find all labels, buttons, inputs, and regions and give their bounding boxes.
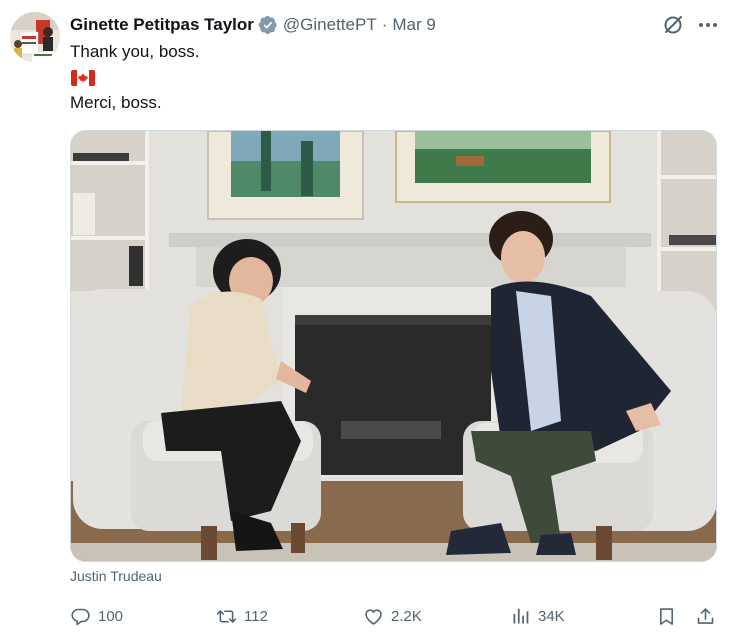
tweet-actions: 100 112 2.2K 34K xyxy=(0,600,738,632)
like-button[interactable]: 2.2K xyxy=(363,600,422,632)
like-count: 2.2K xyxy=(391,607,422,625)
repost-count: 112 xyxy=(244,607,268,625)
tweet-header: Ginette Petitpas Taylor @GinettePT · Mar… xyxy=(70,13,436,37)
separator-dot: · xyxy=(381,15,388,34)
author-handle[interactable]: @GinettePT xyxy=(283,15,377,35)
share-button[interactable] xyxy=(695,600,716,632)
heart-icon xyxy=(365,608,382,625)
reply-count: 100 xyxy=(98,607,124,625)
repost-icon xyxy=(216,609,237,623)
tweet-text-line: Thank you, boss. xyxy=(70,42,200,61)
verified-badge-icon[interactable] xyxy=(258,15,278,35)
canada-flag-icon xyxy=(71,70,95,86)
bookmark-icon xyxy=(660,607,673,625)
photo-image xyxy=(71,131,716,561)
photo-tag-caption[interactable]: Justin Trudeau xyxy=(70,568,162,584)
views-button[interactable]: 34K xyxy=(510,600,565,632)
bookmark-button[interactable] xyxy=(656,600,677,632)
views-icon xyxy=(513,608,529,623)
views-count: 34K xyxy=(538,607,565,625)
tweet[interactable]: Ginette Petitpas Taylor @GinettePT · Mar… xyxy=(0,0,738,642)
more-icon[interactable] xyxy=(696,13,720,37)
reply-icon xyxy=(71,608,90,625)
reply-button[interactable]: 100 xyxy=(70,600,123,632)
tweet-photo[interactable] xyxy=(70,130,717,562)
avatar[interactable] xyxy=(10,12,60,62)
tweet-text-line: Merci, boss. xyxy=(70,93,162,112)
share-icon xyxy=(697,607,714,624)
profile-photo-icon xyxy=(10,12,60,62)
grok-icon[interactable] xyxy=(661,13,685,37)
author-display-name[interactable]: Ginette Petitpas Taylor xyxy=(70,15,254,35)
repost-button[interactable]: 112 xyxy=(216,600,268,632)
tweet-date[interactable]: Mar 9 xyxy=(392,15,435,35)
